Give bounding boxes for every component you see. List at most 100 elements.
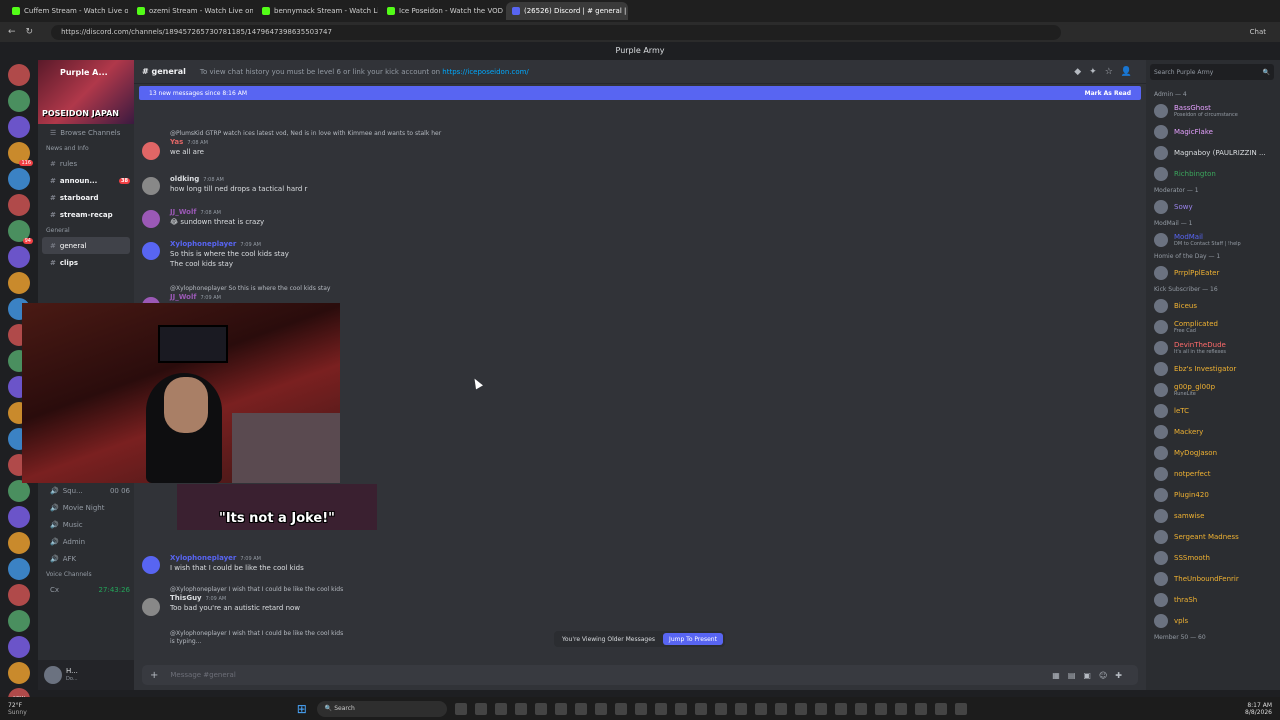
member-item[interactable]: Complicated Free Cad xyxy=(1146,316,1280,337)
member-item[interactable]: thraSh xyxy=(1146,589,1280,610)
taskbar-app-icon[interactable] xyxy=(874,702,887,715)
server-icon[interactable] xyxy=(8,532,30,554)
server-icon[interactable] xyxy=(8,662,30,684)
message-composer[interactable]: + Message #general ▦▤▣☺✚ xyxy=(142,665,1138,685)
member-item[interactable]: DevinTheDude It's all in the reflexes xyxy=(1146,337,1280,358)
channel-rules[interactable]: # rules xyxy=(38,155,134,172)
taskbar-app-icon[interactable] xyxy=(494,702,507,715)
avatar[interactable] xyxy=(1154,487,1168,502)
member-item[interactable]: vpls xyxy=(1146,610,1280,631)
server-icon[interactable] xyxy=(8,636,30,658)
url-input[interactable]: https://discord.com/channels/18945726573… xyxy=(51,24,1062,40)
taskbar-app-icon[interactable] xyxy=(934,702,947,715)
avatar[interactable] xyxy=(1154,403,1168,418)
browse-channels[interactable]: ☰ Browse Channels xyxy=(38,124,134,141)
avatar[interactable] xyxy=(44,666,62,684)
avatar[interactable] xyxy=(142,598,160,616)
avatar[interactable] xyxy=(1154,103,1168,118)
taskbar-app-icon[interactable] xyxy=(754,702,767,715)
channel-starboard[interactable]: # starboard xyxy=(38,189,134,206)
taskbar-app-icon[interactable] xyxy=(894,702,907,715)
avatar[interactable] xyxy=(1154,571,1168,586)
taskbar-app-icon[interactable] xyxy=(474,702,487,715)
browser-tab[interactable]: (26526) Discord | # general | Pu× xyxy=(506,2,628,20)
taskbar-app-icon[interactable] xyxy=(534,702,547,715)
member-item[interactable]: Richbington xyxy=(1146,163,1280,184)
avatar[interactable] xyxy=(1154,550,1168,565)
reply-preview[interactable]: @Xylophoneplayer I wish that I could be … xyxy=(170,586,343,593)
taskbar-app-icon[interactable] xyxy=(774,702,787,715)
browser-tab[interactable]: Cuffem Stream - Watch Live on Ki× xyxy=(6,2,128,20)
taskbar-app-icon[interactable] xyxy=(574,702,587,715)
channel-general[interactable]: # general xyxy=(42,237,130,254)
avatar[interactable] xyxy=(1154,445,1168,460)
voice-channel[interactable]: 🔊 Movie Night xyxy=(38,499,134,516)
taskbar-app-icon[interactable] xyxy=(634,702,647,715)
member-item[interactable]: MyDogJason xyxy=(1146,442,1280,463)
taskbar-app-icon[interactable] xyxy=(814,702,827,715)
voice-channel[interactable]: 🔊 Admin xyxy=(38,533,134,550)
server-banner[interactable]: Purple A... POSEIDON JAPAN xyxy=(38,60,134,124)
server-icon[interactable] xyxy=(8,584,30,606)
server-icon[interactable] xyxy=(8,272,30,294)
browser-tab[interactable]: bennymack Stream - Watch Live o× xyxy=(256,2,378,20)
username[interactable]: oldking 7:08 AM xyxy=(170,175,307,183)
avatar[interactable] xyxy=(1154,340,1168,355)
member-item[interactable]: leTC xyxy=(1146,400,1280,421)
meme-image[interactable]: "Its not a Joke!" xyxy=(177,484,377,530)
username[interactable]: Yas 7:08 AM xyxy=(170,138,441,146)
taskbar-app-icon[interactable] xyxy=(554,702,567,715)
member-item[interactable]: SSSmooth xyxy=(1146,547,1280,568)
taskbar-app-icon[interactable] xyxy=(674,702,687,715)
member-item[interactable]: Ebz's Investigator xyxy=(1146,358,1280,379)
member-item[interactable]: Mackery xyxy=(1146,421,1280,442)
member-item[interactable]: Biceus xyxy=(1146,295,1280,316)
search-input[interactable]: Search Purple Army 🔍 xyxy=(1150,64,1274,80)
taskbar-app-icon[interactable] xyxy=(794,702,807,715)
avatar[interactable] xyxy=(1154,298,1168,313)
voice-channel[interactable]: 🔊 AFK xyxy=(38,550,134,567)
avatar[interactable] xyxy=(1154,424,1168,439)
voice-channel[interactable]: 🔊 Music xyxy=(38,516,134,533)
username[interactable]: JJ_Wolf 7:09 AM xyxy=(170,293,330,301)
avatar[interactable] xyxy=(1154,529,1168,544)
taskbar-app-icon[interactable] xyxy=(694,702,707,715)
username[interactable]: ThisGuy 7:09 AM xyxy=(170,594,343,602)
server-icon[interactable] xyxy=(8,246,30,268)
chat-button[interactable]: Chat xyxy=(1250,28,1266,36)
member-item[interactable]: Magnaboy (PAULRIZZIN ... xyxy=(1146,142,1280,163)
member-item[interactable]: samwise xyxy=(1146,505,1280,526)
avatar[interactable] xyxy=(1154,319,1168,334)
category-voice[interactable]: Voice Channels xyxy=(38,567,134,581)
composer-icons[interactable]: ▦▤▣☺✚ xyxy=(1052,671,1130,680)
channel-streamrecap[interactable]: # stream-recap xyxy=(38,206,134,223)
avatar[interactable] xyxy=(1154,124,1168,139)
taskbar-app-icon[interactable] xyxy=(714,702,727,715)
taskbar-app-icon[interactable] xyxy=(614,702,627,715)
server-icon[interactable] xyxy=(8,480,30,502)
jump-to-present-button[interactable]: Jump To Present xyxy=(663,633,723,645)
browser-tab[interactable]: ozemi Stream - Watch Live on× xyxy=(131,2,253,20)
taskbar-search[interactable]: 🔍 Search xyxy=(316,700,447,717)
username[interactable]: JJ_Wolf 7:08 AM xyxy=(170,208,264,216)
server-icon[interactable] xyxy=(8,116,30,138)
reload-icon[interactable]: ↻ xyxy=(26,27,34,37)
server-icon[interactable] xyxy=(8,168,30,190)
server-name[interactable]: Purple A... xyxy=(60,68,108,77)
browser-tab[interactable]: Ice Poseidon - Watch the VOD on× xyxy=(381,2,503,20)
new-messages-bar[interactable]: 13 new messages since 8:16 AM Mark As Re… xyxy=(139,86,1141,100)
avatar[interactable] xyxy=(1154,265,1168,280)
member-item[interactable]: ModMail DM to Contact Staff | !help xyxy=(1146,229,1280,250)
voice-channel[interactable]: 🔊 Squ... 00 06 xyxy=(38,482,134,499)
avatar[interactable] xyxy=(142,142,160,160)
taskbar-app-icon[interactable] xyxy=(854,702,867,715)
avatar[interactable] xyxy=(1154,382,1168,397)
avatar[interactable] xyxy=(142,242,160,260)
message-input[interactable]: Message #general xyxy=(170,671,235,679)
avatar[interactable] xyxy=(1154,199,1168,214)
avatar[interactable] xyxy=(1154,166,1168,181)
member-item[interactable]: MagicFlake xyxy=(1146,121,1280,142)
server-icon[interactable] xyxy=(8,610,30,632)
taskbar-app-icon[interactable] xyxy=(454,702,467,715)
header-icons[interactable]: ◆✦☆👤 xyxy=(1074,67,1140,77)
